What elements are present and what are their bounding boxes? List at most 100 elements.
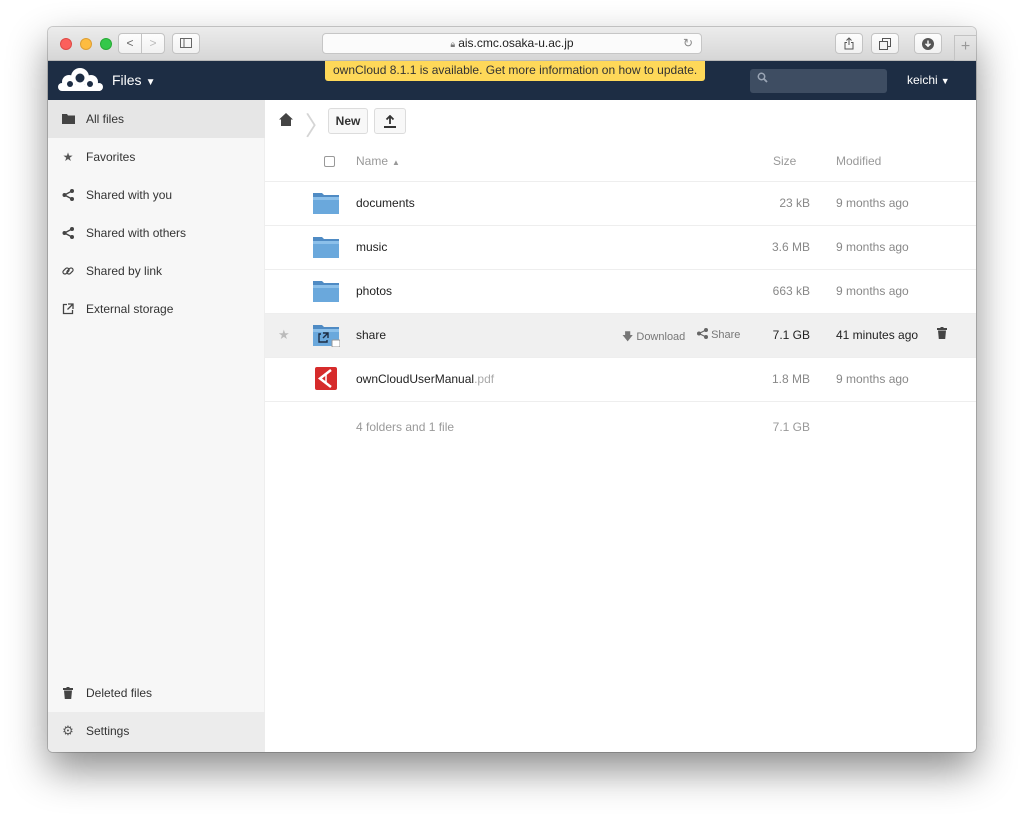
sidebar-item-favorites[interactable]: ★ Favorites [48,138,265,176]
settings-toggle[interactable]: ⚙ Settings [48,712,265,752]
forward-button[interactable]: > [141,33,165,54]
upload-icon [384,114,396,128]
sidebar-item-external-storage[interactable]: External storage [48,290,265,328]
address-bar[interactable]: 🔒︎ ais.cmc.osaka-u.ac.jp ↻ [322,33,702,54]
sidebar-item-shared-with-you[interactable]: Shared with you [48,176,265,214]
file-modified: 9 months ago [836,240,909,254]
share-action[interactable]: Share [697,328,740,341]
sidebar-toggle-button[interactable] [172,33,200,54]
file-modified: 9 months ago [836,196,909,210]
table-row[interactable]: ownCloudUserManual.pdf 1.8 MB 9 months a… [265,358,976,402]
share-icon [844,37,854,50]
lock-icon: 🔒︎ [450,39,456,49]
favorite-star-icon[interactable]: ★ [278,327,290,343]
share-icon [61,176,75,216]
reload-icon[interactable]: ↻ [683,34,693,53]
new-tab-button[interactable]: + [954,35,976,61]
user-menu[interactable]: keichi ▼ [907,73,950,87]
new-button[interactable]: New [328,108,368,134]
file-modified: 9 months ago [836,372,909,386]
folder-icon [313,281,339,302]
summary-size: 7.1 GB [772,420,810,434]
folder-icon [61,100,75,139]
file-name[interactable]: share [356,328,386,342]
zoom-window-button[interactable] [100,38,112,50]
sidebar-item-label: Favorites [86,150,136,164]
share-label: Share [711,329,741,341]
link-icon [61,252,75,292]
folder-icon [313,193,339,214]
file-name[interactable]: documents [356,196,415,210]
home-icon[interactable] [279,113,293,129]
owncloud-logo[interactable] [58,65,106,95]
back-button[interactable]: < [118,33,142,54]
sidebar-item-label: External storage [86,302,174,316]
close-window-button[interactable] [60,38,72,50]
app-menu[interactable]: Files ▼ [112,72,155,88]
file-size: 7.1 GB [772,328,810,342]
sidebar-item-label: Shared by link [86,264,163,278]
app-name: Files [112,72,142,88]
delete-trash-icon[interactable] [937,327,947,342]
tabs-icon [879,38,891,50]
share-button[interactable] [835,33,863,54]
external-icon [61,290,75,330]
download-action[interactable]: 🡇︎ Download [622,328,685,347]
star-icon: ★ [62,150,74,164]
browser-toolbar: < > 🔒︎ ais.cmc.osaka-u.ac.jp ↻ + [48,27,976,61]
user-name: keichi [907,73,938,87]
external-folder-icon [313,325,340,347]
sidebar-item-shared-with-others[interactable]: Shared with others [48,214,265,252]
url-text: ais.cmc.osaka-u.ac.jp [458,36,574,50]
file-size: 663 kB [772,284,810,298]
pdf-icon [315,367,337,390]
sidebar-item-label: All files [86,112,125,126]
table-row[interactable]: photos 663 kB 9 months ago [265,270,976,314]
modified-column-header[interactable]: Modified [836,154,881,168]
name-column-header[interactable]: Name ▲ [356,154,400,168]
sidebar-item-label: Shared with you [86,188,173,202]
owncloud-header: Files ▼ ownCloud 8.1.1 is available. Get … [48,61,976,100]
sidebar-item-shared-by-link[interactable]: Shared by link [48,252,265,290]
sidebar-item-deleted-files[interactable]: Deleted files [48,674,265,712]
file-name[interactable]: music [356,240,387,254]
upload-button[interactable] [374,108,406,134]
sidebar-item-label: Deleted files [86,686,153,700]
file-size: 1.8 MB [771,372,810,386]
search-input[interactable] [750,69,887,93]
table-row[interactable]: music 3.6 MB 9 months ago [265,226,976,270]
sidebar: All files ★ Favorites Shared with you Sh… [48,100,265,752]
file-size: 3.6 MB [771,240,810,254]
sidebar-item-label: Shared with others [86,226,187,240]
share-icon [697,328,708,339]
search-icon [757,72,768,86]
browser-window: < > 🔒︎ ais.cmc.osaka-u.ac.jp ↻ + Files ▼… [48,27,976,752]
download-icon [922,38,934,50]
minimize-window-button[interactable] [80,38,92,50]
name-header-label: Name [356,154,389,168]
sidebar-item-all-files[interactable]: All files [48,100,265,138]
share-icon [61,214,75,254]
file-modified: 9 months ago [836,284,909,298]
caret-down-icon: ▼ [145,77,156,88]
select-all-checkbox[interactable] [324,156,335,167]
size-column-header[interactable]: Size [773,154,796,168]
sort-ascending-icon: ▲ [392,158,400,167]
settings-label: Settings [86,724,130,738]
download-label: Download [636,331,686,343]
file-size: 23 kB [779,196,810,210]
file-modified: 41 minutes ago [836,328,919,342]
table-row[interactable]: ★ share 🡇︎ Download Share 7.1 GB 41 minu… [265,314,976,358]
summary-text: 4 folders and 1 file [356,420,455,434]
trash-icon [61,674,75,714]
file-name[interactable]: photos [356,284,392,298]
folder-icon [313,237,339,258]
file-name[interactable]: ownCloudUserManual.pdf [356,372,494,386]
caret-down-icon: ▼ [940,76,950,86]
tabs-overview-button[interactable] [871,33,899,54]
file-basename: ownCloudUserManual [356,372,475,386]
update-notification[interactable]: ownCloud 8.1.1 is available. Get more in… [325,61,706,81]
table-row[interactable]: documents 23 kB 9 months ago [265,182,976,226]
downloads-button[interactable] [914,33,942,54]
download-arrow-icon: 🡇︎ [622,331,634,343]
